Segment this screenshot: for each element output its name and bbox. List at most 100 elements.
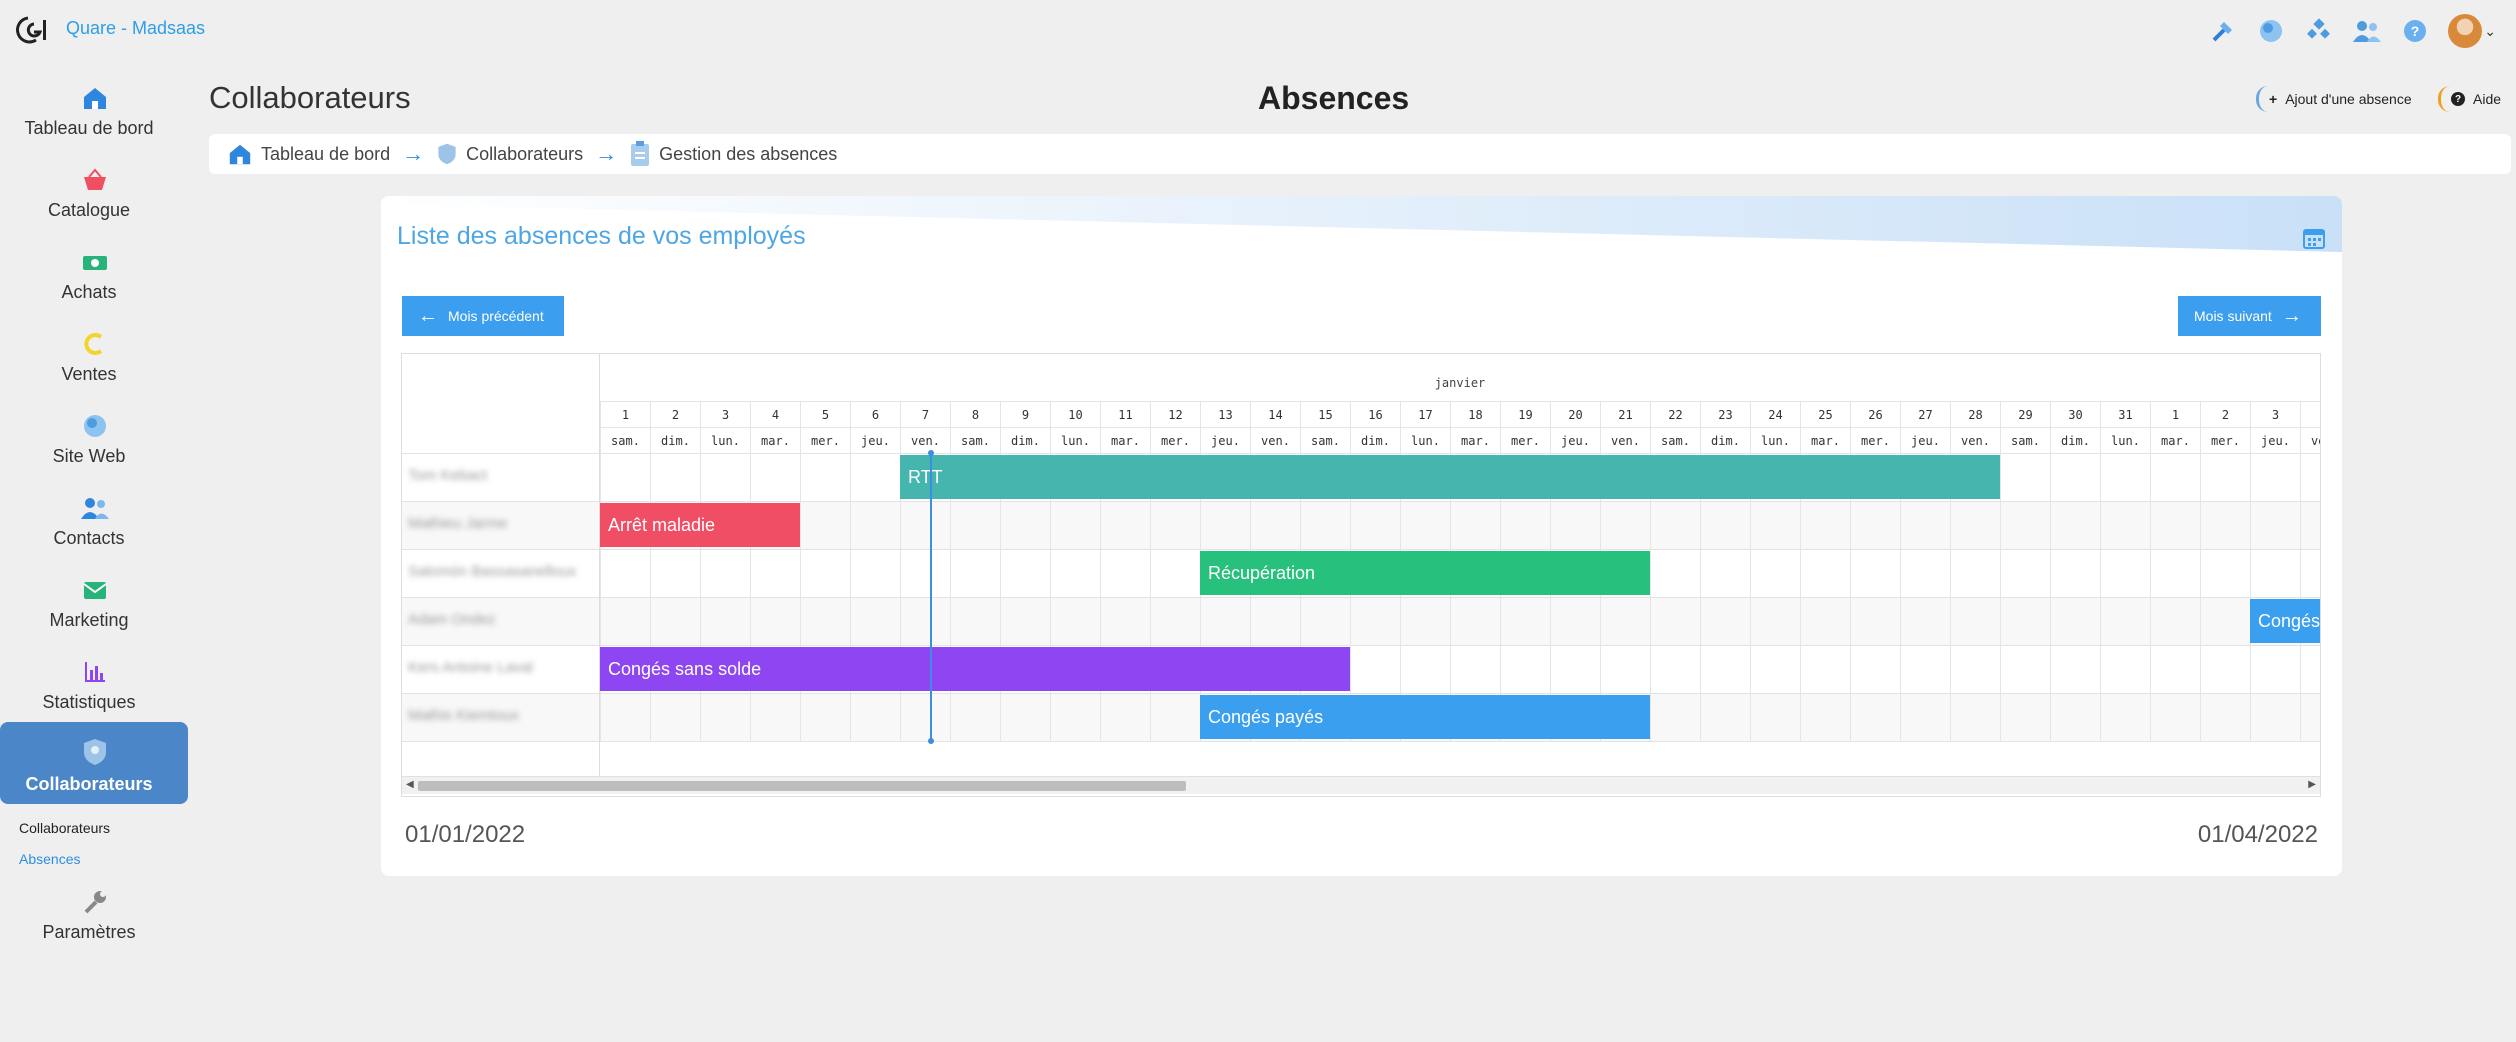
top-bar: Quare - Madsaas ? ⌄ [0,0,2516,58]
row-background [600,501,2320,549]
month-label: janvier [1434,376,1486,390]
day-number: 28 [1950,401,2000,427]
sidebar-item-dashboard[interactable]: Tableau de bord [0,70,190,152]
day-number: 26 [1850,401,1900,427]
day-number: 1 [2150,401,2200,427]
absence-bar[interactable]: Congés payés [1200,695,1650,739]
scroll-left-icon[interactable]: ◀ [406,779,414,790]
wrench-icon [77,884,113,920]
sidebar-item-statistiques[interactable]: Statistiques [0,644,190,726]
help-icon[interactable]: ? [2400,16,2430,46]
absence-bar[interactable]: Récupération [1200,551,1650,595]
day-of-week: mar. [1100,427,1150,453]
employee-name[interactable]: Mathis Kiemtoux [408,707,519,724]
row-divider [402,501,599,502]
employee-column: Tom Kebact Mathieu Jarme Salomón Bassasane… [402,354,600,794]
app-logo-icon[interactable] [14,12,54,46]
next-month-button[interactable]: Mois suivant → [2178,296,2321,336]
card-title: Liste des absences de vos employés [397,222,806,250]
timeline[interactable]: janvier 1 sam. 2 dim. 3 lun. 4 mar. 5 mer. 6 jeu. 7 v… [600,354,2320,794]
money-icon [77,244,113,280]
day-number: 17 [1400,401,1450,427]
day-number: 31 [2100,401,2150,427]
globe-icon[interactable] [2256,16,2286,46]
day-gridline [2250,453,2251,741]
day-of-week: mar. [1800,427,1850,453]
sidebar-item-label: Contacts [53,528,125,548]
day-of-week: ven. [1600,427,1650,453]
employee-name[interactable]: Mathieu Jarme [408,515,507,532]
sidebar-item-collaborateurs[interactable]: Collaborateurs [0,722,188,804]
row-divider [402,741,599,742]
row-divider [600,741,2320,742]
absence-bar[interactable]: Arrêt maladie [600,503,800,547]
sidebar-item-catalogue[interactable]: Catalogue [0,152,190,234]
sidebar-item-achats[interactable]: Achats [0,234,190,316]
day-number: 14 [1250,401,1300,427]
sidebar-item-site-web[interactable]: Site Web [0,398,190,480]
breadcrumb-item-dashboard[interactable]: Tableau de bord [227,141,390,167]
scroll-right-icon[interactable]: ▶ [2308,779,2316,790]
day-of-week: jeu. [1200,427,1250,453]
horizontal-scrollbar[interactable]: ◀ ▶ [402,776,2320,794]
day-number: 11 [1100,401,1150,427]
day-number: 4 [750,401,800,427]
day-number: 21 [1600,401,1650,427]
day-number: 5 [800,401,850,427]
absence-bar[interactable]: Congés sans solde [600,647,1350,691]
row-divider [600,501,2320,502]
employee-name[interactable]: Tom Kebact [408,467,487,484]
day-of-week: mer. [1500,427,1550,453]
day-number: 7 [900,401,950,427]
day-number: 13 [1200,401,1250,427]
sidebar-item-ventes[interactable]: Ventes [0,316,190,398]
sidebar-item-label: Catalogue [47,200,131,220]
day-number: 19 [1500,401,1550,427]
breadcrumb-item-gestion-absences[interactable]: Gestion des absences [629,140,837,168]
avatar[interactable] [2448,14,2483,48]
calendar-icon[interactable] [2302,226,2326,250]
day-number: 6 [850,401,900,427]
employee-name[interactable]: Salomón Bassasanelloux [408,563,576,580]
day-of-week: mar. [750,427,800,453]
plus-icon: + [2269,91,2278,107]
day-gridline [800,453,801,741]
employee-name[interactable]: Adam Ondez [408,611,496,628]
day-number: 4 [2300,401,2320,427]
sidebar-item-marketing[interactable]: Marketing [0,562,190,644]
day-of-week: lun. [1400,427,1450,453]
day-of-week: jeu. [2250,427,2300,453]
row-divider [402,549,599,550]
day-number: 30 [2050,401,2100,427]
team-icon[interactable] [2352,16,2382,46]
sidebar-subitem-absences[interactable]: Absences [19,851,80,867]
chevron-down-icon[interactable]: ⌄ [2484,23,2496,40]
arrow-left-icon: ← [418,304,438,327]
sidebar-item-contacts[interactable]: Contacts [0,480,190,562]
user-menu[interactable]: ⌄ [2448,14,2496,48]
breadcrumb-item-collaborateurs[interactable]: Collaborateurs [436,141,583,167]
employee-name[interactable]: Kers Antoine Laval [408,659,533,676]
absence-bar[interactable]: Congés [2250,599,2320,643]
breadcrumb: Tableau de bord → Collaborateurs → Gesti… [209,134,2511,174]
previous-month-button[interactable]: ← Mois précédent [402,296,564,336]
sidebar-item-parametres[interactable]: Paramètres [0,874,190,956]
help-button[interactable]: ? Aide [2438,86,2501,112]
absence-bar[interactable]: RTT [900,455,2000,499]
day-number: 18 [1450,401,1500,427]
breadcrumb-label: Tableau de bord [261,143,391,164]
add-absence-button[interactable]: + Ajout d'une absence [2256,86,2412,112]
row-divider [600,453,2320,454]
tools-icon[interactable] [2208,16,2238,46]
day-of-week: mer. [800,427,850,453]
scrollbar-thumb[interactable] [418,781,1186,791]
day-of-week: mar. [2150,427,2200,453]
apps-icon[interactable] [2304,16,2334,46]
sidebar-item-label: Achats [61,282,117,302]
question-icon: ? [2451,92,2465,106]
app-title[interactable]: Quare - Madsaas [66,18,205,39]
breadcrumb-label: Collaborateurs [466,143,584,164]
day-of-week: ven. [1950,427,2000,453]
sidebar-subitem-collaborateurs[interactable]: Collaborateurs [19,820,110,836]
day-number: 24 [1750,401,1800,427]
